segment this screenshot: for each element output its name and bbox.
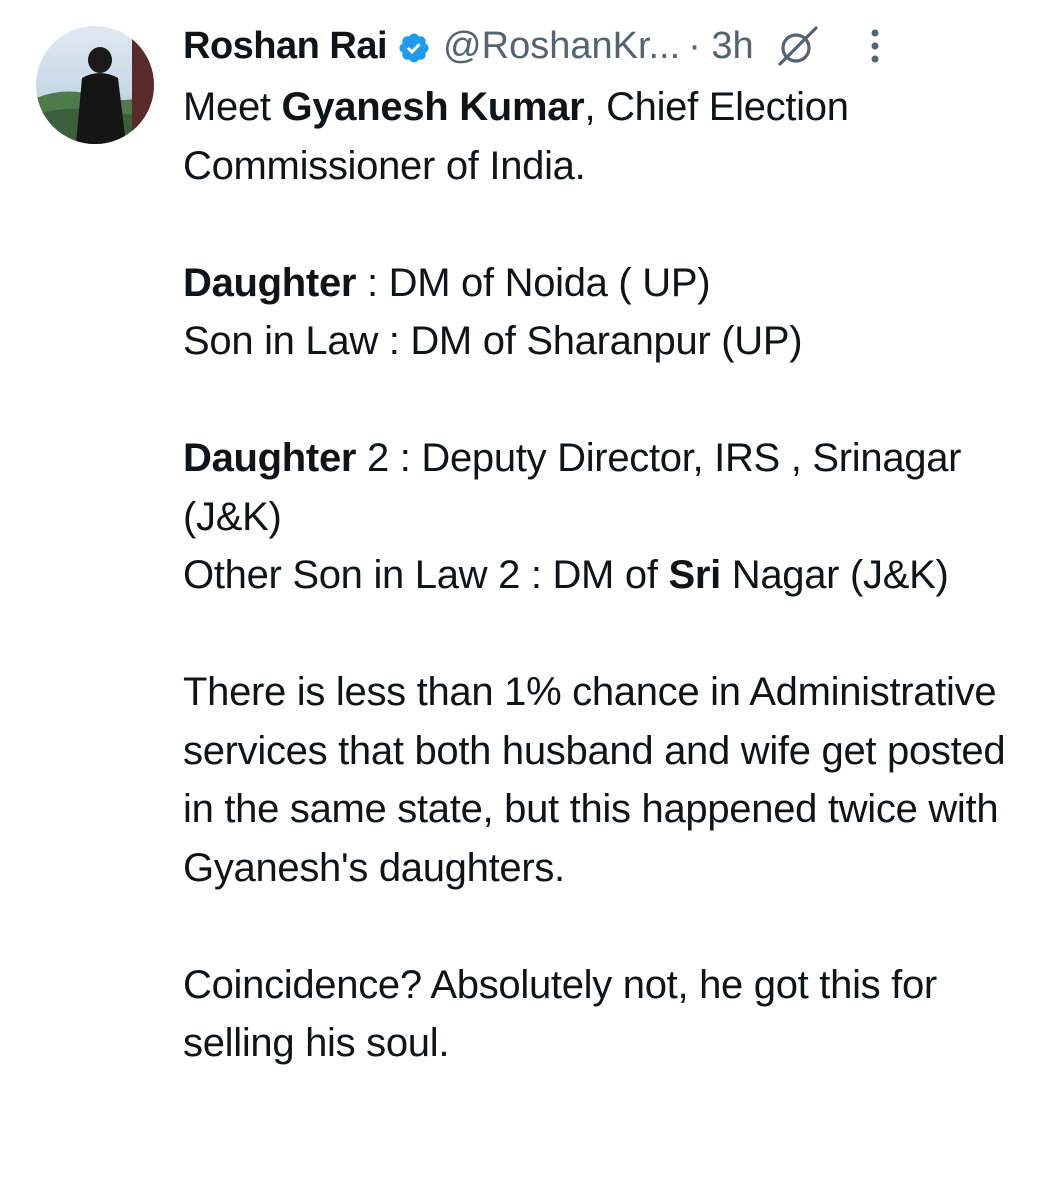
author-name[interactable]: Roshan Rai	[183, 22, 388, 70]
more-options-icon[interactable]	[868, 24, 882, 68]
tweet-line-daughter: Daughter : DM of Noida ( UP)	[183, 254, 1043, 313]
tweet-header: Roshan Rai @RoshanKr... · 3h	[183, 22, 1041, 70]
bold-label: Daughter	[183, 436, 357, 480]
tweet-paragraph-conclusion: Coincidence? Absolutely not, he got this…	[183, 962, 937, 1066]
tweet-line-son-in-law: Son in Law : DM of Sharanpur (UP)	[183, 319, 803, 363]
text-span: Meet	[183, 85, 282, 129]
text-span: Nagar (J&K)	[720, 553, 949, 597]
bold-word: Sri	[668, 553, 721, 597]
bold-label: Daughter	[183, 260, 357, 305]
grok-icon[interactable]	[776, 24, 820, 68]
tweet-line-daughter-2: Daughter 2 : Deputy Director, IRS , Srin…	[183, 429, 1043, 546]
avatar[interactable]	[36, 26, 154, 144]
tweet-timestamp[interactable]: · 3h	[688, 22, 753, 70]
text-span: : DM of Noida ( UP)	[356, 260, 711, 305]
tweet-paragraph-intro: Meet Gyanesh Kumar, Chief Election Commi…	[183, 78, 1043, 195]
verified-badge-icon	[397, 29, 431, 63]
text-span: Other Son in Law 2 : DM of	[183, 553, 669, 597]
tweet-text: Meet Gyanesh Kumar, Chief Election Commi…	[183, 78, 1043, 1073]
author-handle[interactable]: @RoshanKr...	[443, 22, 680, 70]
tweet-line-son-in-law-2: Other Son in Law 2 : DM of Sri Nagar (J&…	[183, 546, 1043, 605]
tweet-paragraph-argument: There is less than 1% chance in Administ…	[183, 670, 1006, 890]
bold-name: Gyanesh Kumar	[281, 85, 585, 129]
